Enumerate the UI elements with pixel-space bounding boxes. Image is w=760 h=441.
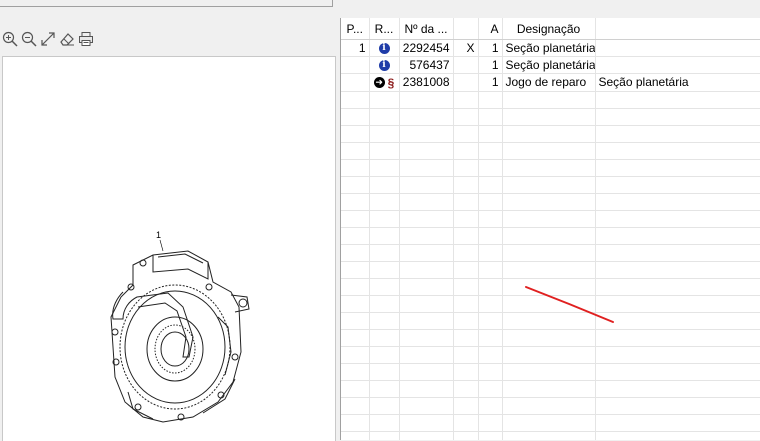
col-header-qty[interactable]: A [478,18,503,40]
table-row [341,380,760,398]
table-row [341,329,760,347]
zoom-in-icon[interactable] [0,29,19,49]
col-header-extra[interactable] [595,18,760,40]
arrow-right-circle-icon[interactable]: ➜ [373,77,385,89]
table-row [341,176,760,194]
table-row[interactable]: ➜ § 2381008 1 Jogo de reparo Seção planet… [341,73,760,92]
table-row [341,227,760,245]
table-row[interactable]: i 576437 1 Seção planetária [341,56,760,74]
table-row [341,414,760,432]
zoom-out-icon[interactable] [19,29,38,49]
top-panel-edge [0,0,333,7]
cell-extra [595,39,760,57]
cell-x [453,73,479,92]
cell-extra: Seção planetária [595,73,760,92]
cell-designation: Seção planetária [502,56,596,74]
table-row [341,312,760,330]
table-row [341,278,760,296]
cell-ref[interactable]: i [369,56,400,74]
cell-x [453,56,479,74]
table-row[interactable]: 1 i 2292454 X 1 Seção planetária [341,39,760,57]
table-row [341,346,760,364]
table-row [341,261,760,279]
col-header-designation[interactable]: Designação [502,18,596,40]
cell-pos: 1 [341,39,370,57]
table-row [341,159,760,177]
fit-to-window-icon[interactable] [38,29,57,49]
exploded-view-drawing: 1 [110,230,250,423]
drawing-viewer[interactable]: 1 [2,56,336,441]
cell-designation: Seção planetária [502,39,596,57]
cell-designation: Jogo de reparo [502,73,596,92]
cell-ref[interactable]: ➜ § [369,73,400,92]
table-row [341,244,760,262]
table-row [341,142,760,160]
print-icon[interactable] [76,29,95,49]
cell-qty: 1 [478,56,503,74]
col-header-pos[interactable]: P... [341,18,370,40]
cell-part-number: 2292454 [399,39,454,57]
cell-pos [341,56,370,74]
parts-table: P... R... Nº da ... A Designação 1 i 229… [341,18,760,440]
callout-number: 1 [156,230,161,240]
col-header-x[interactable] [453,18,479,40]
table-row [341,431,760,440]
cell-x: X [453,39,479,57]
cell-ref[interactable]: i [369,39,400,57]
cell-extra [595,56,760,74]
cell-qty: 1 [478,39,503,57]
info-icon[interactable]: i [378,60,390,72]
eraser-icon[interactable] [57,29,76,49]
table-row [341,91,760,109]
cell-part-number: 576437 [399,56,454,74]
table-row [341,193,760,211]
col-header-ref[interactable]: R... [369,18,400,40]
section-icon[interactable]: § [388,76,395,90]
table-row [341,125,760,143]
table-row [341,108,760,126]
parts-grid: P... R... Nº da ... A Designação 1 i 229… [341,18,760,440]
table-header-row: P... R... Nº da ... A Designação [341,18,760,40]
cell-qty: 1 [478,73,503,92]
table-row [341,295,760,313]
cell-pos [341,73,370,92]
table-row [341,397,760,415]
info-icon[interactable]: i [378,43,390,55]
table-row [341,210,760,228]
cell-part-number: 2381008 [399,73,454,92]
drawing-toolbar [0,28,95,50]
table-row [341,363,760,381]
col-header-part-number[interactable]: Nº da ... [399,18,454,40]
